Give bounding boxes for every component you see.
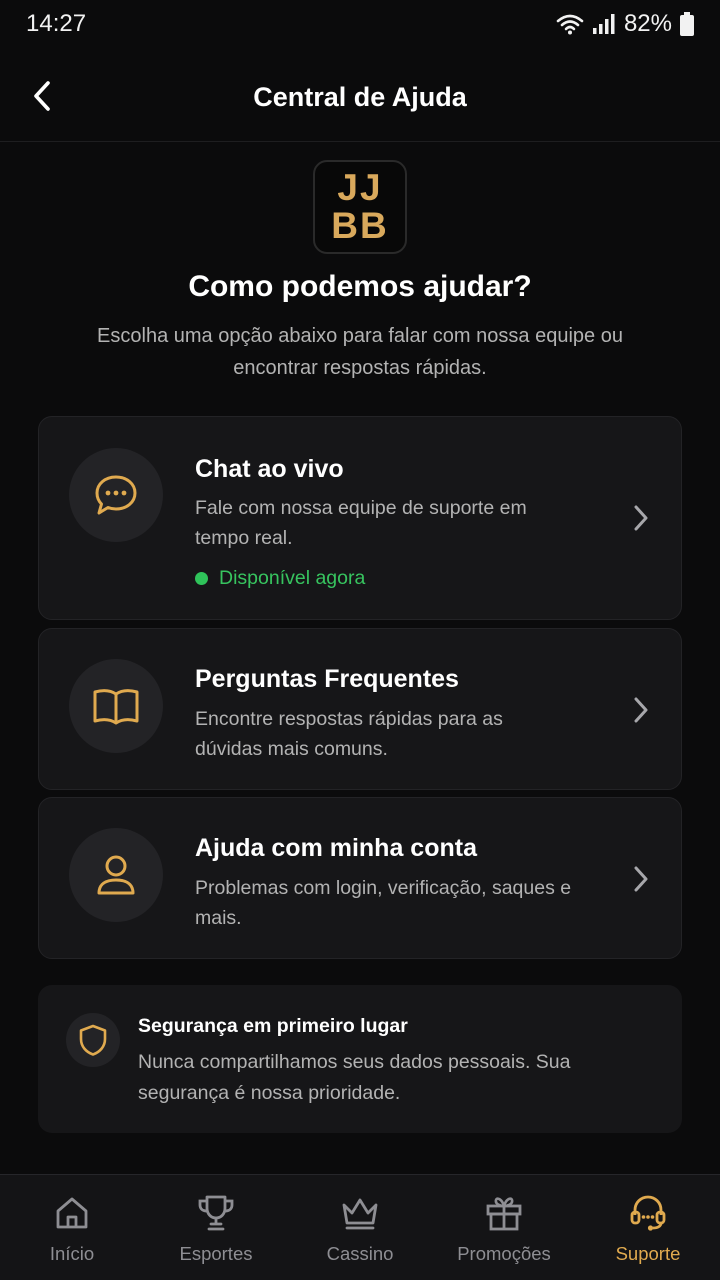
nav-label-cassino: Cassino [326,1243,394,1264]
gift-icon [486,1197,522,1231]
nav-item-cassino[interactable]: Cassino [288,1175,432,1280]
battery-percent: 82% [623,10,672,37]
nav-item-inicio[interactable]: Início [0,1175,144,1280]
faq-card[interactable]: Perguntas Frequentes Encontre respostas … [38,628,682,790]
availability-text: Disponível agora [219,567,366,589]
help-headline: Como podemos ajudar? [188,270,532,303]
account-help-title: Ajuda com minha conta [195,834,477,862]
account-help-desc: Problemas com login, verificação, saques… [195,877,572,929]
account-help-chevron [627,865,655,893]
live-chat-card[interactable]: Chat ao vivo Fale com nossa equipe de su… [38,416,682,620]
status-bar: 14:27 82% [0,0,720,48]
chevron-right-icon [634,505,648,531]
faq-chevron [627,696,655,724]
help-subtext: Escolha uma opção abaixo para falar com … [97,325,623,379]
home-icon [56,1197,88,1229]
user-icon [97,855,135,895]
shield-icon [79,1024,107,1056]
availability-status: Disponível agora [195,567,365,590]
crown-icon [342,1198,378,1230]
faq-title: Perguntas Frequentes [195,665,459,693]
security-desc: Nunca compartilhamos seus dados pessoais… [138,1051,571,1104]
security-icon-circle [66,1013,120,1067]
status-icons: 82% [556,10,694,38]
headset-icon [630,1195,666,1231]
nav-label-suporte: Suporte [615,1243,681,1264]
bottom-nav: Início Esportes Cassino Promoções Suport… [0,1174,720,1280]
security-notice: Segurança em primeiro lugar Nunca compar… [38,985,682,1133]
chevron-right-icon [634,866,648,892]
page-title: Central de Ajuda [253,82,467,112]
nav-item-promocoes[interactable]: Promoções [432,1175,576,1280]
nav-label-promocoes: Promoções [457,1243,551,1264]
nav-item-suporte[interactable]: Suporte [576,1175,720,1280]
app-header: Central de Ajuda [0,52,720,142]
faq-icon-circle [69,659,163,753]
online-dot [195,572,208,585]
live-chat-chevron [627,504,655,532]
nav-label-esportes: Esportes [179,1243,253,1264]
account-icon-circle [69,828,163,922]
signal-icon [592,14,615,34]
logo-line-2: BB [331,205,389,246]
chat-bubble-icon [95,475,137,515]
book-icon [93,689,139,725]
security-title: Segurança em primeiro lugar [138,1015,408,1037]
brand-logo: JJ BB [313,160,407,254]
nav-item-esportes[interactable]: Esportes [144,1175,288,1280]
wifi-icon [556,14,584,35]
live-chat-icon-circle [69,448,163,542]
nav-label-inicio: Início [49,1243,95,1264]
faq-desc: Encontre respostas rápidas para as dúvid… [195,708,503,760]
logo-line-1: JJ [337,167,383,208]
help-center-screen: 14:27 82% Central de Ajuda JJ BB Como po… [0,0,720,1280]
chevron-right-icon [634,697,648,723]
trophy-icon [198,1195,234,1231]
battery-icon [680,12,694,36]
status-time: 14:27 [26,10,87,37]
account-help-card[interactable]: Ajuda com minha conta Problemas com logi… [38,797,682,959]
live-chat-desc: Fale com nossa equipe de suporte em temp… [195,497,527,549]
live-chat-title: Chat ao vivo [195,455,344,483]
